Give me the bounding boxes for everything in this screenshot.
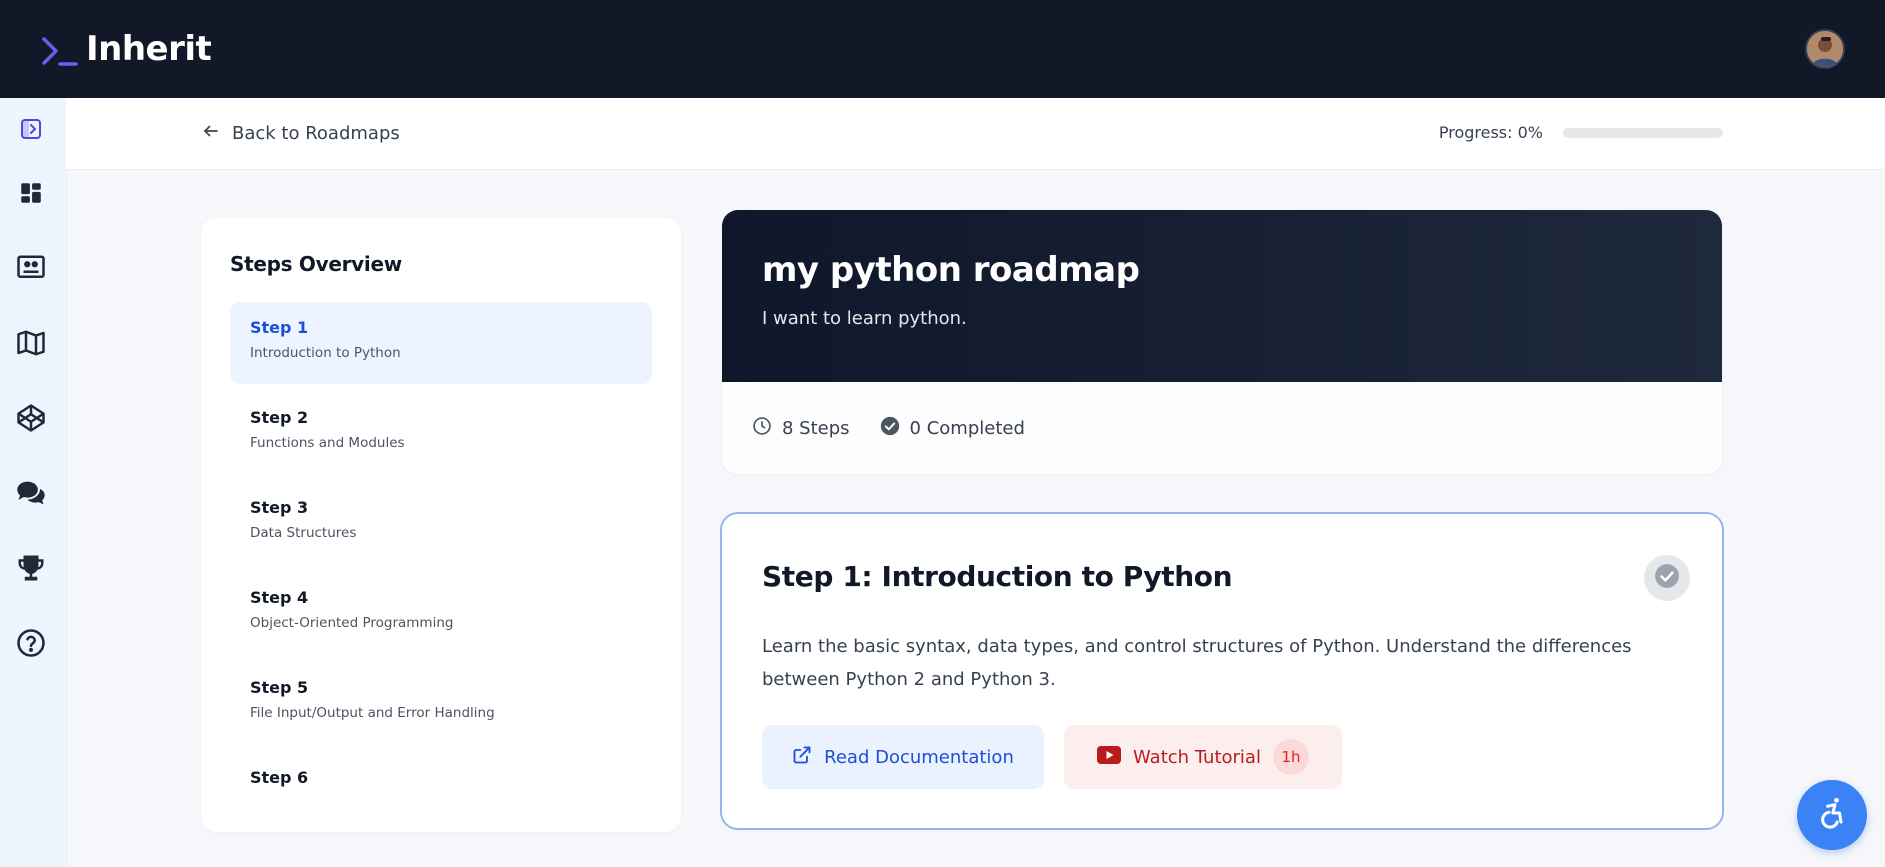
top-bar: Inherit	[0, 0, 1885, 98]
scroll-fade	[201, 802, 681, 832]
step-item-5[interactable]: Step 5 File Input/Output and Error Handl…	[230, 662, 652, 744]
mark-complete-button[interactable]	[1644, 555, 1690, 601]
sidebar-toggle-icon[interactable]	[14, 112, 48, 146]
step-number: Step 2	[250, 408, 309, 427]
chat-icon[interactable]	[14, 476, 48, 510]
dashboard-icon[interactable]	[14, 176, 48, 210]
step-name: File Input/Output and Error Handling	[250, 705, 495, 721]
step-name: Data Structures	[250, 525, 357, 541]
trophy-icon[interactable]	[14, 551, 48, 585]
watch-tutorial-button[interactable]: Watch Tutorial 1h	[1064, 725, 1342, 789]
step-number: Step 6	[250, 768, 309, 787]
external-link-icon	[792, 745, 812, 770]
read-documentation-label: Read Documentation	[824, 746, 1014, 768]
progress-bar	[1563, 127, 1723, 138]
arrow-left-icon	[202, 122, 220, 145]
roadmap-header-card: my python roadmap I want to learn python…	[722, 210, 1722, 474]
check-circle-icon	[1654, 563, 1680, 593]
map-icon[interactable]	[14, 326, 48, 360]
steps-overview-panel: Steps Overview Step 1 Introduction to Py…	[201, 218, 681, 832]
brand-logo[interactable]: Inherit	[40, 29, 212, 69]
codepen-icon[interactable]	[14, 401, 48, 435]
roadmap-description: I want to learn python.	[762, 308, 967, 329]
step-detail-description: Learn the basic syntax, data types, and …	[762, 636, 1632, 690]
clock-icon	[752, 416, 772, 441]
step-item-2[interactable]: Step 2 Functions and Modules	[230, 392, 652, 474]
read-documentation-button[interactable]: Read Documentation	[762, 725, 1044, 789]
roadmap-title: my python roadmap	[762, 250, 1140, 290]
steps-count-label: 8 Steps	[782, 417, 850, 439]
sidebar	[0, 98, 66, 867]
step-name: Object-Oriented Programming	[250, 615, 454, 631]
progress-indicator: Progress: 0%	[1439, 123, 1723, 142]
completed-count-label: 0 Completed	[909, 417, 1025, 439]
help-icon[interactable]	[14, 626, 48, 660]
step-number: Step 1	[250, 318, 309, 337]
steps-overview-title: Steps Overview	[230, 252, 402, 276]
back-to-roadmaps-link[interactable]: Back to Roadmaps	[202, 122, 400, 145]
step-detail-card: Step 1: Introduction to Python Learn the…	[720, 512, 1724, 830]
step-name: Functions and Modules	[250, 435, 405, 451]
progress-label: Progress: 0%	[1438, 123, 1543, 142]
youtube-icon	[1097, 745, 1122, 769]
roadmap-hero: my python roadmap I want to learn python…	[722, 210, 1722, 382]
presentation-icon[interactable]	[14, 251, 48, 285]
step-detail-title: Step 1: Introduction to Python	[762, 560, 1233, 593]
brand-name: Inherit	[86, 29, 212, 69]
roadmap-meta: 8 Steps 0 Completed	[722, 382, 1722, 474]
steps-list[interactable]: Step 1 Introduction to Python Step 2 Fun…	[230, 302, 652, 814]
check-circle-icon	[880, 416, 900, 441]
accessibility-icon	[1814, 795, 1850, 835]
terminal-prompt-icon	[40, 29, 80, 69]
steps-count: 8 Steps	[752, 416, 850, 441]
step-number: Step 4	[250, 588, 309, 607]
sub-header: Back to Roadmaps Progress: 0%	[66, 98, 1885, 170]
step-item-4[interactable]: Step 4 Object-Oriented Programming	[230, 572, 652, 654]
step-number: Step 5	[250, 678, 309, 697]
tutorial-duration-badge: 1h	[1272, 739, 1309, 775]
watch-tutorial-label: Watch Tutorial	[1133, 746, 1261, 768]
step-number: Step 3	[250, 498, 309, 517]
step-item-3[interactable]: Step 3 Data Structures	[230, 482, 652, 564]
back-link-label: Back to Roadmaps	[232, 123, 400, 144]
completed-count: 0 Completed	[880, 416, 1025, 441]
step-item-1[interactable]: Step 1 Introduction to Python	[230, 302, 652, 384]
step-name: Introduction to Python	[250, 345, 401, 361]
accessibility-button[interactable]	[1797, 780, 1867, 850]
user-avatar[interactable]	[1805, 29, 1845, 69]
